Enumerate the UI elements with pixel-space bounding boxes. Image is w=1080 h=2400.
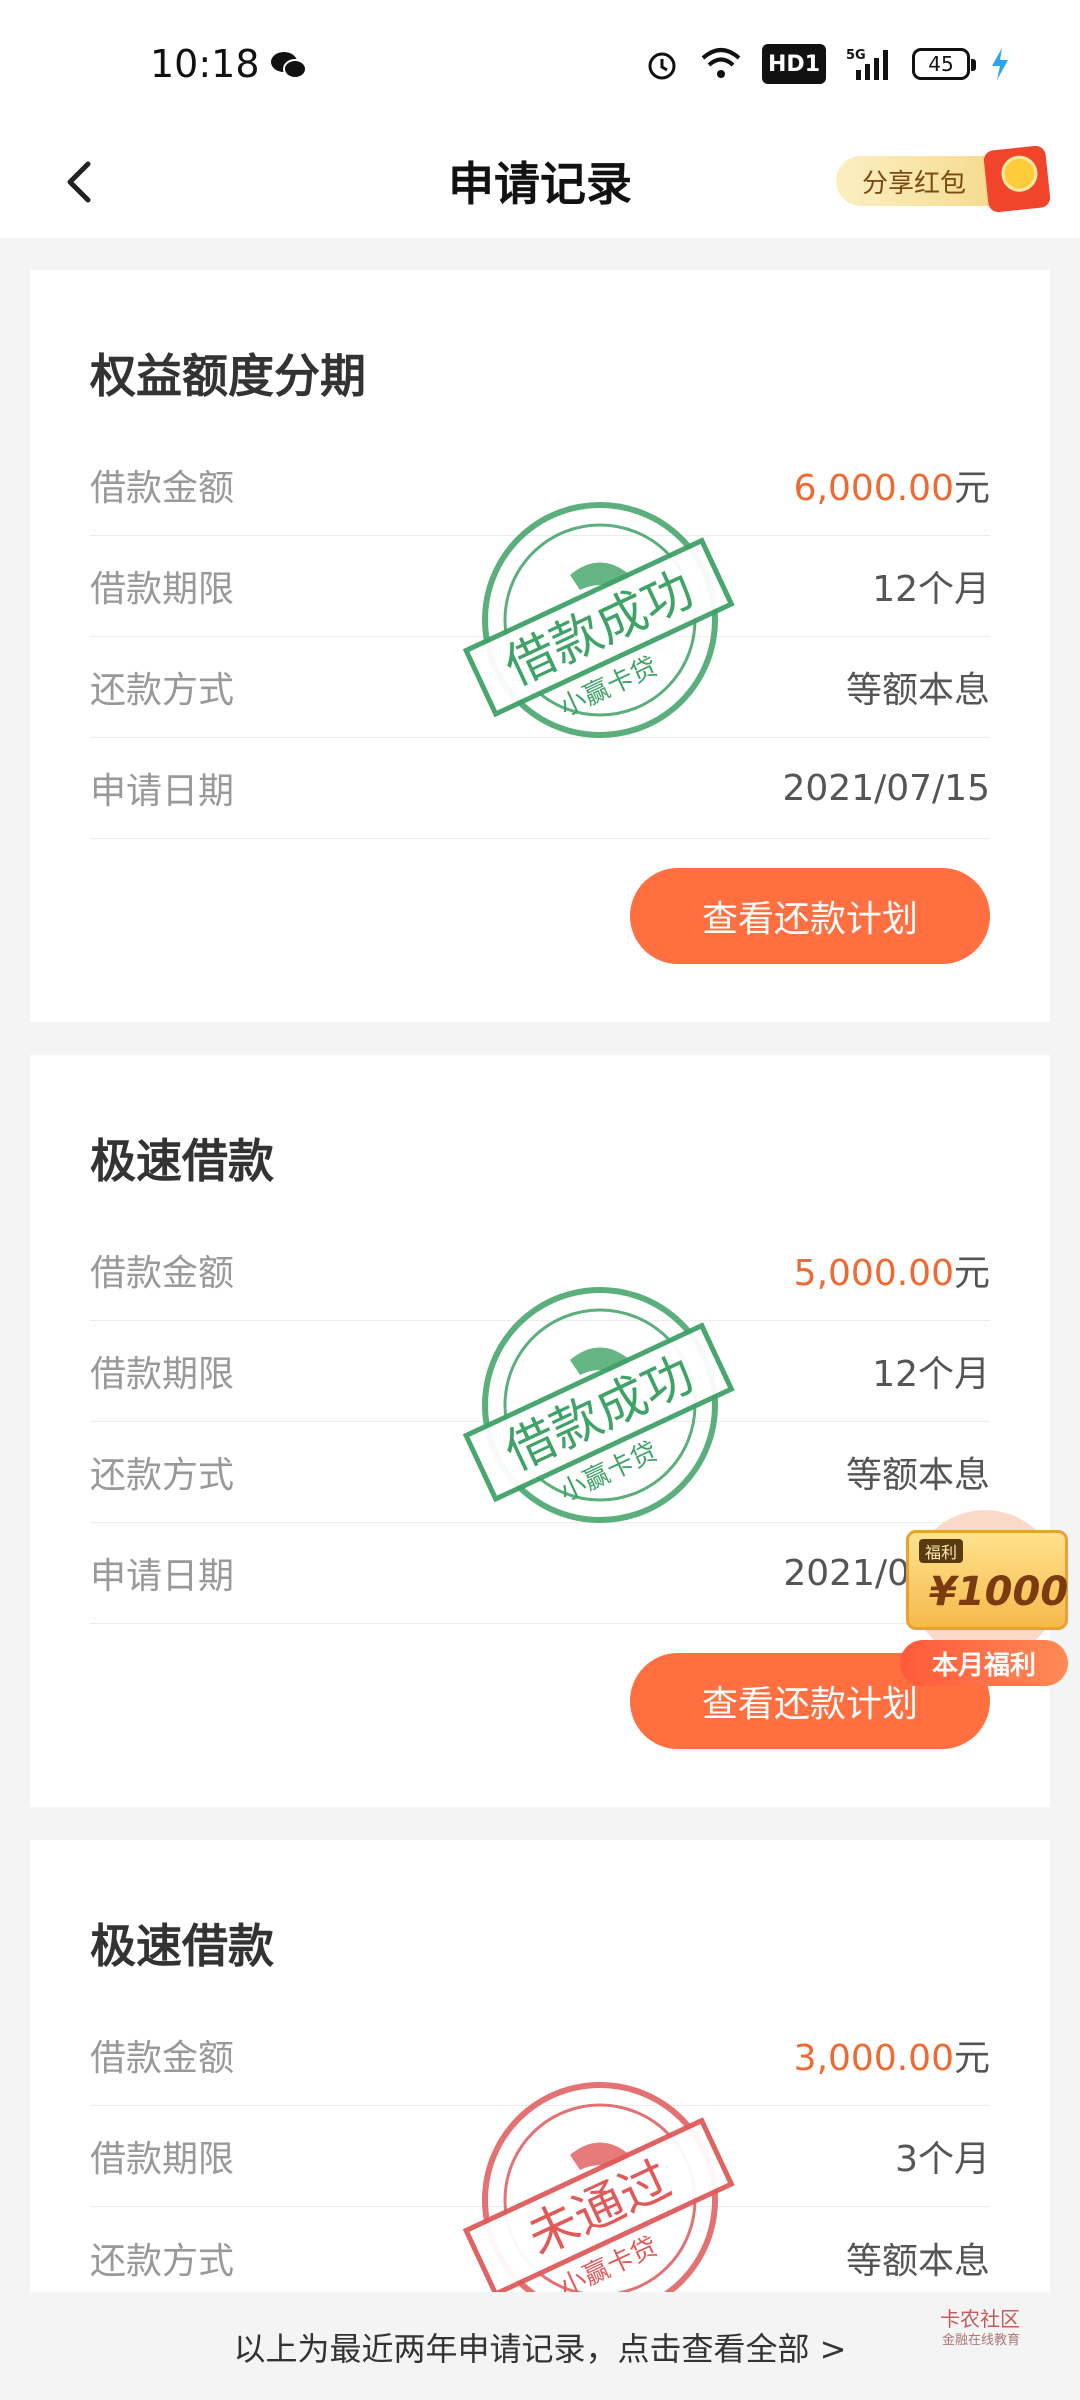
label-term: 借款期限: [90, 569, 235, 610]
value-term: 12个月: [872, 569, 990, 610]
footer-bar: 以上为最近两年申请记录，点击查看全部 > 卡农社区 金融在线教育: [0, 2292, 1080, 2400]
amount-unit: 元: [953, 1253, 990, 1294]
welfare-tag: 福利: [919, 1539, 964, 1563]
wifi-icon: [701, 48, 741, 78]
amount-unit: 元: [953, 2038, 990, 2079]
record-title: 极速借款: [90, 1134, 274, 1188]
record-title: 极速借款: [90, 1919, 274, 1973]
charging-icon: [992, 48, 1008, 80]
label-method: 还款方式: [90, 2240, 235, 2282]
success-stamp: 借款成功 小赢卡贷: [462, 1287, 735, 1523]
status-bar: 10:18 HD1 5G 45: [0, 0, 1080, 130]
status-time: 10:18: [150, 42, 260, 86]
welfare-amount: ¥1000: [929, 1569, 1069, 1615]
welfare-coupon-icon: 福利 ¥1000: [906, 1530, 1068, 1630]
monthly-welfare-widget[interactable]: 福利 ¥1000 本月福利: [888, 1510, 1078, 1700]
success-stamp: 借款成功 小赢卡贷: [462, 502, 735, 738]
nav-header: 申请记录 分享红包: [0, 130, 1080, 238]
record-title: 权益额度分期: [90, 349, 366, 403]
label-date: 申请日期: [90, 1556, 235, 1597]
record-card: 极速借款 借款金额 3,000.00元 借款期限 3个月 还款方式 等额本息 未…: [30, 1840, 1050, 2318]
svg-text:5G: 5G: [846, 48, 866, 63]
label-date: 申请日期: [90, 771, 235, 812]
record-card: 权益额度分期 借款金额 6,000.00元 借款期限 12个月 还款方式 等额本…: [30, 270, 1050, 1022]
value-date: 2021/07/15: [782, 767, 991, 809]
hd-badge: HD1: [762, 44, 826, 84]
label-amount: 借款金额: [90, 2038, 235, 2079]
amount-number: 6,000.00: [793, 468, 954, 509]
value-amount: 3,000.00元: [794, 2029, 990, 2081]
watermark: 卡农社区 金融在线教育: [940, 2308, 1020, 2352]
value-term: 12个月: [872, 1354, 990, 1395]
share-red-packet-button[interactable]: 分享红包: [836, 144, 1056, 214]
label-amount: 借款金额: [90, 1253, 235, 1294]
alarm-icon: [648, 52, 676, 80]
value-method: 等额本息: [845, 2240, 990, 2282]
red-envelope-icon: [982, 144, 1052, 214]
label-method: 还款方式: [90, 1455, 235, 1496]
status-icons: HD1 5G 45: [644, 44, 1010, 84]
view-repayment-plan-button[interactable]: 查看还款计划: [630, 868, 990, 964]
watermark-title: 卡农社区: [940, 2307, 1020, 2331]
wechat-icon: [271, 52, 307, 79]
amount-unit: 元: [953, 468, 990, 509]
label-term: 借款期限: [90, 1354, 235, 1395]
battery-icon: 45: [912, 48, 976, 80]
view-all-records-link[interactable]: 以上为最近两年申请记录，点击查看全部 >: [0, 2324, 1080, 2370]
label-amount: 借款金额: [90, 468, 235, 509]
amount-number: 5,000.00: [793, 1253, 954, 1294]
label-method: 还款方式: [90, 670, 235, 711]
watermark-sub: 金融在线教育: [941, 2333, 1020, 2348]
amount-number: 3,000.00: [793, 2038, 954, 2079]
value-amount: 5,000.00元: [794, 1244, 990, 1296]
value-method: 等额本息: [845, 1455, 990, 1496]
value-amount: 6,000.00元: [794, 459, 990, 511]
label-term: 借款期限: [90, 2139, 235, 2180]
value-term: 3个月: [895, 2139, 990, 2180]
welfare-label: 本月福利: [900, 1640, 1068, 1686]
value-method: 等额本息: [845, 670, 990, 711]
signal-icon: 5G: [846, 48, 888, 80]
